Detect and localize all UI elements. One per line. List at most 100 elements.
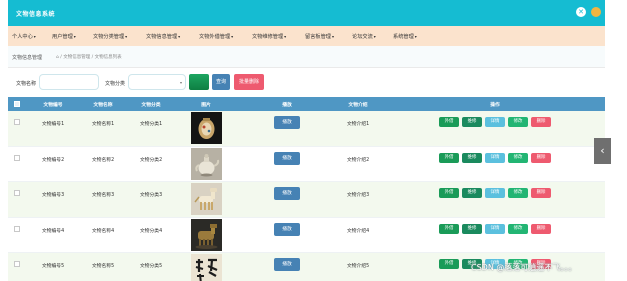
lend-button[interactable]: 外借 [439,152,459,163]
table-row: 文物编号1 文物名称1 文物分类1 播放 文物介绍1 外借 维修 详情 修改 删… [8,111,605,147]
column-header-name: 文物名称 [93,103,113,108]
chevron-down-icon: ▾ [125,34,128,39]
lend-button[interactable]: 外借 [439,117,459,127]
row-checkbox[interactable] [14,261,20,267]
detail-button[interactable]: 详情 [485,117,505,127]
column-header-actions: 操作 [490,103,500,108]
cell-category: 文物分类1 [139,122,163,127]
cell-intro: 文物介绍2 [346,157,370,163]
row-checkbox[interactable] [14,225,20,232]
detail-button[interactable]: 详情 [485,188,505,198]
menu-item-user-management[interactable]: 用户管理▾ [52,33,76,40]
cell-code: 文物编号5 [41,264,65,269]
menu-item-message-board[interactable]: 留言板管理▾ [305,33,334,40]
menu-item-category-management[interactable]: 文物分类管理▾ [93,33,127,40]
query-button[interactable]: 查询 [212,74,230,90]
cell-intro: 文物介绍1 [346,122,370,127]
main-menu: 个人中心▾ 用户管理▾ 文物分类管理▾ 文物信息管理▾ 文物外借管理▾ 文物维修… [8,26,605,46]
column-header-play: 播放 [282,103,292,108]
delete-button[interactable]: 删除 [531,117,551,127]
teapot-icon[interactable] [191,147,222,180]
column-header-category: 文物分类 [141,103,161,108]
select-all-checkbox[interactable] [14,101,20,107]
top-bar: 文物信息系统 ✕ [8,0,605,26]
repair-button[interactable]: 维修 [462,152,482,163]
cell-intro: 文物介绍4 [346,228,370,234]
name-search-input[interactable] [39,74,99,90]
cell-name: 文物名称3 [91,193,115,198]
row-checkbox[interactable] [14,119,20,125]
batch-delete-button[interactable]: 批量删除 [234,74,264,90]
play-button[interactable]: 播放 [274,116,300,129]
jar-icon[interactable] [191,112,222,144]
column-header-code: 文物编号 [43,103,63,108]
play-button[interactable]: 播放 [274,258,300,271]
delete-button[interactable]: 删除 [531,223,551,234]
detail-button[interactable]: 详情 [485,152,505,163]
table-row: 文物编号2 文物名称2 文物分类2 播放 文物介绍2 外借 维修 详情 修改 删… [8,147,605,182]
chevron-down-icon: ▾ [33,34,36,39]
edit-button[interactable]: 修改 [508,188,528,198]
menu-item-relic-info-management[interactable]: 文物信息管理▾ [146,33,180,40]
play-button[interactable]: 播放 [274,151,300,165]
column-header-image: 图片 [201,103,211,108]
lend-button[interactable]: 外借 [439,259,459,269]
column-header-intro: 文物介绍 [348,103,368,108]
cell-category: 文物分类5 [139,264,163,269]
breadcrumb-bar: 文物信息管理 ⌂ / 文物信息管理 / 文物信息列表 [8,46,605,68]
relic-table: 文物编号 文物名称 文物分类 图片 播放 文物介绍 操作 文物编号1 文物名称1… [8,97,605,281]
cell-code: 文物编号4 [41,228,65,234]
chevron-down-icon: ▾ [73,34,76,39]
close-icon[interactable]: ✕ [576,7,586,17]
calligraphy-icon[interactable] [191,254,222,281]
chevron-down-icon: ▾ [373,34,376,39]
bronze-icon[interactable] [191,218,222,251]
cell-name: 文物名称2 [91,157,115,163]
row-checkbox[interactable] [14,190,20,196]
menu-item-forum[interactable]: 论坛交流▾ [352,33,376,40]
repair-button[interactable]: 维修 [462,223,482,234]
menu-item-system-management[interactable]: 系统管理▾ [393,33,417,40]
delete-button[interactable]: 删除 [531,152,551,163]
chevron-down-icon: ▾ [414,34,417,39]
chevron-down-icon: ▾ [179,80,182,85]
name-label: 文物名称 [16,81,37,87]
repair-button[interactable]: 维修 [462,188,482,198]
category-label: 文物分类 [105,81,126,87]
breadcrumb[interactable]: ⌂ / 文物信息管理 / 文物信息列表 [56,54,122,60]
green-action-button[interactable] [189,74,209,90]
lend-button[interactable]: 外借 [439,223,459,234]
chevron-down-icon: ▾ [231,34,234,39]
avatar[interactable] [591,7,601,17]
cell-code: 文物编号3 [41,193,65,198]
edit-button[interactable]: 修改 [508,117,528,127]
menu-item-repair-management[interactable]: 文物维修管理▾ [252,33,286,40]
cell-intro: 文物介绍3 [346,193,370,198]
category-select[interactable]: ▾ [128,74,186,90]
play-button[interactable]: 播放 [274,187,300,200]
cell-code: 文物编号2 [41,157,65,163]
menu-item-lending-management[interactable]: 文物外借管理▾ [199,33,233,40]
search-bar: 文物名称 文物分类 ▾ 查询 批量删除 [8,68,605,96]
edit-button[interactable]: 修改 [508,223,528,234]
repair-button[interactable]: 维修 [462,117,482,127]
edit-button[interactable]: 修改 [508,152,528,163]
cell-code: 文物编号1 [41,122,65,127]
collapse-side-tab[interactable]: ‹ [594,138,611,164]
delete-button[interactable]: 删除 [531,188,551,198]
cell-intro: 文物介绍5 [346,264,370,269]
table-row: 文物编号4 文物名称4 文物分类4 播放 文物介绍4 外借 维修 详情 修改 删… [8,218,605,253]
lend-button[interactable]: 外借 [439,188,459,198]
app-title: 文物信息系统 [16,11,56,18]
cell-name: 文物名称5 [91,264,115,269]
horse-icon[interactable] [191,183,222,215]
cell-category: 文物分类3 [139,193,163,198]
menu-item-personal-center[interactable]: 个人中心▾ [12,33,36,40]
detail-button[interactable]: 详情 [485,223,505,234]
table-header: 文物编号 文物名称 文物分类 图片 播放 文物介绍 操作 [8,97,605,111]
chevron-down-icon: ▾ [178,34,181,39]
play-button[interactable]: 播放 [274,222,300,236]
cell-category: 文物分类2 [139,157,163,163]
row-checkbox[interactable] [14,154,20,161]
cell-name: 文物名称4 [91,228,115,234]
